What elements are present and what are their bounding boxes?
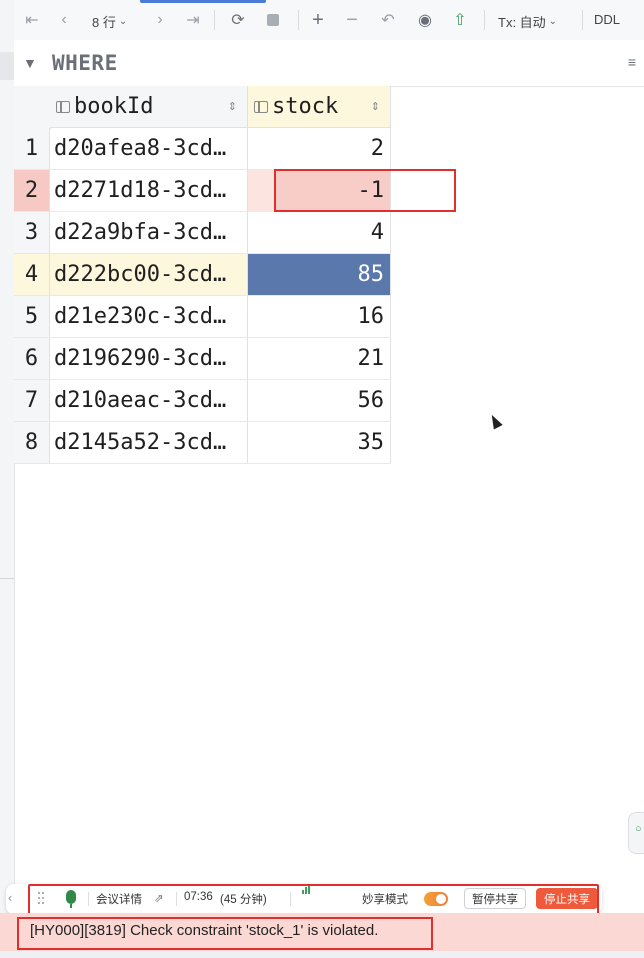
mouse-cursor-icon — [487, 412, 503, 430]
column-header-stock[interactable]: stock ⇕ — [248, 86, 391, 128]
meeting-bar-highlight — [28, 884, 599, 915]
left-gutter — [0, 0, 15, 958]
table-row[interactable]: 6 d2196290-3cd… 21 — [14, 338, 391, 380]
revert-icon[interactable]: ↶ — [378, 10, 398, 30]
error-cell-highlight — [274, 169, 456, 212]
cell-stock[interactable]: 4 — [248, 212, 391, 254]
submit-arrow-up-icon[interactable]: ⇧ — [450, 10, 470, 30]
toolbar-divider — [484, 10, 485, 30]
toolbar-divider — [298, 10, 299, 30]
active-tab-indicator — [140, 0, 266, 3]
where-clause-label[interactable]: WHERE — [52, 51, 118, 75]
rows-count-select[interactable]: 8 行 ⌄ — [92, 12, 127, 31]
row-number: 2 — [14, 170, 50, 212]
cell-bookid[interactable]: d21e230c-3cd… — [50, 296, 248, 338]
column-name: stock — [272, 94, 339, 119]
gutter-divider — [0, 578, 14, 579]
gutter-band — [0, 52, 14, 80]
refresh-icon[interactable]: ⟳ — [228, 10, 248, 30]
filter-bar[interactable]: ▼ WHERE ≡ — [14, 40, 644, 87]
key-column-icon — [56, 100, 70, 113]
cell-stock-selected[interactable]: 85 — [248, 254, 391, 296]
row-number-header — [14, 86, 51, 129]
table-row[interactable]: 8 d2145a52-3cd… 35 — [14, 422, 391, 464]
table-row[interactable]: 3 d22a9bfa-3cd… 4 — [14, 212, 391, 254]
sort-toggle-icon[interactable]: ⇕ — [371, 100, 380, 113]
results-toolbar: ⇤ ‹ 8 行 ⌄ › ⇥ ⟳ + − ↶ ◉ ⇧ Tx: 自动 ⌄ DDL — [14, 0, 644, 41]
cell-stock[interactable]: 2 — [248, 128, 391, 170]
cell-bookid[interactable]: d222bc00-3cd… — [50, 254, 248, 296]
cell-bookid[interactable]: d2271d18-3cd… — [50, 170, 248, 212]
sort-options-icon[interactable]: ≡ — [628, 54, 636, 70]
row-number: 5 — [14, 296, 50, 338]
stop-icon[interactable] — [264, 10, 282, 30]
first-page-icon[interactable]: ⇤ — [24, 10, 40, 30]
chevron-down-icon: ⌄ — [118, 16, 128, 27]
cell-bookid[interactable]: d20afea8-3cd… — [50, 128, 248, 170]
transaction-mode-select[interactable]: Tx: 自动 ⌄ — [498, 12, 557, 31]
rows-count-label: 8 行 — [92, 15, 116, 30]
cell-bookid[interactable]: d2196290-3cd… — [50, 338, 248, 380]
last-page-icon[interactable]: ⇥ — [184, 10, 202, 30]
cell-bookid[interactable]: d22a9bfa-3cd… — [50, 212, 248, 254]
column-name: bookId — [74, 94, 154, 119]
error-cell-margin — [248, 170, 274, 212]
collapse-chevron-icon[interactable]: ‹ — [8, 890, 12, 905]
table-row[interactable]: 5 d21e230c-3cd… 16 — [14, 296, 391, 338]
side-panel-tab[interactable]: ○ — [628, 812, 644, 854]
bottom-strip — [0, 951, 644, 958]
circle-icon: ○ — [635, 823, 642, 835]
previous-page-icon[interactable]: ‹ — [56, 10, 72, 30]
column-header-bookid[interactable]: bookId ⇕ — [50, 86, 248, 128]
row-number: 7 — [14, 380, 50, 422]
toolbar-divider — [214, 10, 215, 30]
column-icon — [254, 100, 268, 113]
toolbar-divider — [582, 10, 583, 30]
table-row-current[interactable]: 4 d222bc00-3cd… 85 — [14, 254, 391, 296]
ddl-button[interactable]: DDL — [594, 12, 620, 27]
cell-bookid[interactable]: d210aeac-3cd… — [50, 380, 248, 422]
tx-mode-label: Tx: 自动 — [498, 15, 546, 30]
view-eye-icon[interactable]: ◉ — [414, 10, 436, 30]
delete-row-icon[interactable]: − — [342, 9, 362, 31]
error-message-highlight — [17, 917, 433, 950]
add-row-icon[interactable]: + — [308, 9, 328, 31]
table-row[interactable]: 1 d20afea8-3cd… 2 — [14, 128, 391, 170]
sort-toggle-icon[interactable]: ⇕ — [228, 100, 237, 113]
cell-stock[interactable]: 21 — [248, 338, 391, 380]
cell-bookid[interactable]: d2145a52-3cd… — [50, 422, 248, 464]
cell-stock[interactable]: 35 — [248, 422, 391, 464]
row-number: 3 — [14, 212, 50, 254]
row-number: 4 — [14, 254, 50, 296]
cell-stock[interactable]: 56 — [248, 380, 391, 422]
table-row[interactable]: 7 d210aeac-3cd… 56 — [14, 380, 391, 422]
chevron-down-icon: ⌄ — [548, 16, 558, 27]
row-number: 8 — [14, 422, 50, 464]
row-number: 6 — [14, 338, 50, 380]
cell-stock[interactable]: 16 — [248, 296, 391, 338]
filter-funnel-icon[interactable]: ▼ — [23, 55, 37, 71]
row-number: 1 — [14, 128, 50, 170]
next-page-icon[interactable]: › — [152, 10, 168, 30]
